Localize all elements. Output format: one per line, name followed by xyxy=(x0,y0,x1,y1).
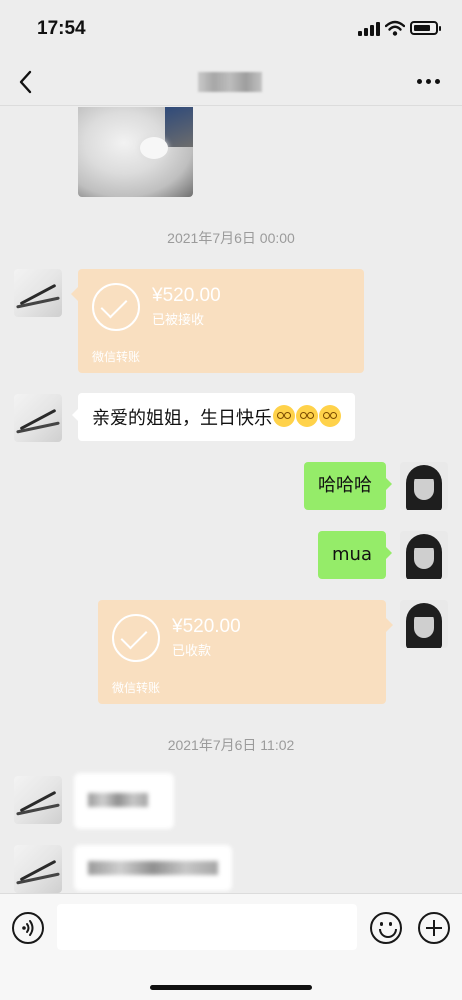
transfer-status: 已被接收 xyxy=(152,313,205,328)
transfer-received-card[interactable]: ¥520.00 已被接收 微信转账 xyxy=(71,269,364,373)
text-message[interactable]: 亲爱的姐姐，生日快乐 xyxy=(72,393,355,441)
signal-icon xyxy=(358,22,380,36)
avatar[interactable] xyxy=(400,531,448,579)
transfer-footer: 微信转账 xyxy=(112,681,161,695)
transfer-amount: ¥520.00 xyxy=(152,285,221,306)
avatar[interactable] xyxy=(14,776,62,824)
text-message[interactable]: 哈哈哈 xyxy=(304,462,392,510)
check-circle-icon xyxy=(112,614,160,662)
message-list[interactable]: 2021年7月6日 00:00 ¥520.00 已被接收 微信转账 亲爱的姐姐，… xyxy=(0,107,462,893)
avatar[interactable] xyxy=(14,845,62,893)
status-bar: 17:54 xyxy=(0,0,462,58)
avatar[interactable] xyxy=(14,269,62,317)
emoji-icon xyxy=(296,405,318,427)
message-text: 哈哈哈 xyxy=(318,475,372,496)
image-message[interactable] xyxy=(78,107,193,197)
message-text: 亲爱的姐姐，生日快乐 xyxy=(92,408,272,429)
status-time: 17:54 xyxy=(37,18,86,39)
back-icon[interactable] xyxy=(14,68,40,96)
voice-icon[interactable] xyxy=(12,912,44,944)
transfer-footer: 微信转账 xyxy=(92,350,141,364)
transfer-status: 已收款 xyxy=(172,644,212,659)
emoji-icon[interactable] xyxy=(370,912,402,944)
input-bar xyxy=(0,893,462,1000)
message-text: mua xyxy=(332,544,372,565)
check-circle-icon xyxy=(92,283,140,331)
avatar[interactable] xyxy=(400,462,448,510)
timestamp: 2021年7月6日 00:00 xyxy=(167,230,295,246)
emoji-icon xyxy=(319,405,341,427)
timestamp: 2021年7月6日 11:02 xyxy=(167,737,295,753)
wifi-icon xyxy=(385,20,405,36)
blurred-message xyxy=(74,845,232,891)
more-icon[interactable] xyxy=(416,78,442,86)
avatar[interactable] xyxy=(400,600,448,648)
chat-header xyxy=(0,58,462,106)
blurred-message xyxy=(74,773,174,829)
text-message[interactable]: mua xyxy=(318,531,392,579)
avatar[interactable] xyxy=(14,394,62,442)
transfer-accepted-card[interactable]: ¥520.00 已收款 微信转账 xyxy=(98,600,393,704)
battery-icon xyxy=(410,21,441,35)
home-indicator xyxy=(150,985,312,990)
transfer-amount: ¥520.00 xyxy=(172,616,241,637)
emoji-icon xyxy=(273,405,295,427)
contact-name-blurred xyxy=(198,72,262,92)
plus-icon[interactable] xyxy=(418,912,450,944)
message-input[interactable] xyxy=(57,904,357,950)
